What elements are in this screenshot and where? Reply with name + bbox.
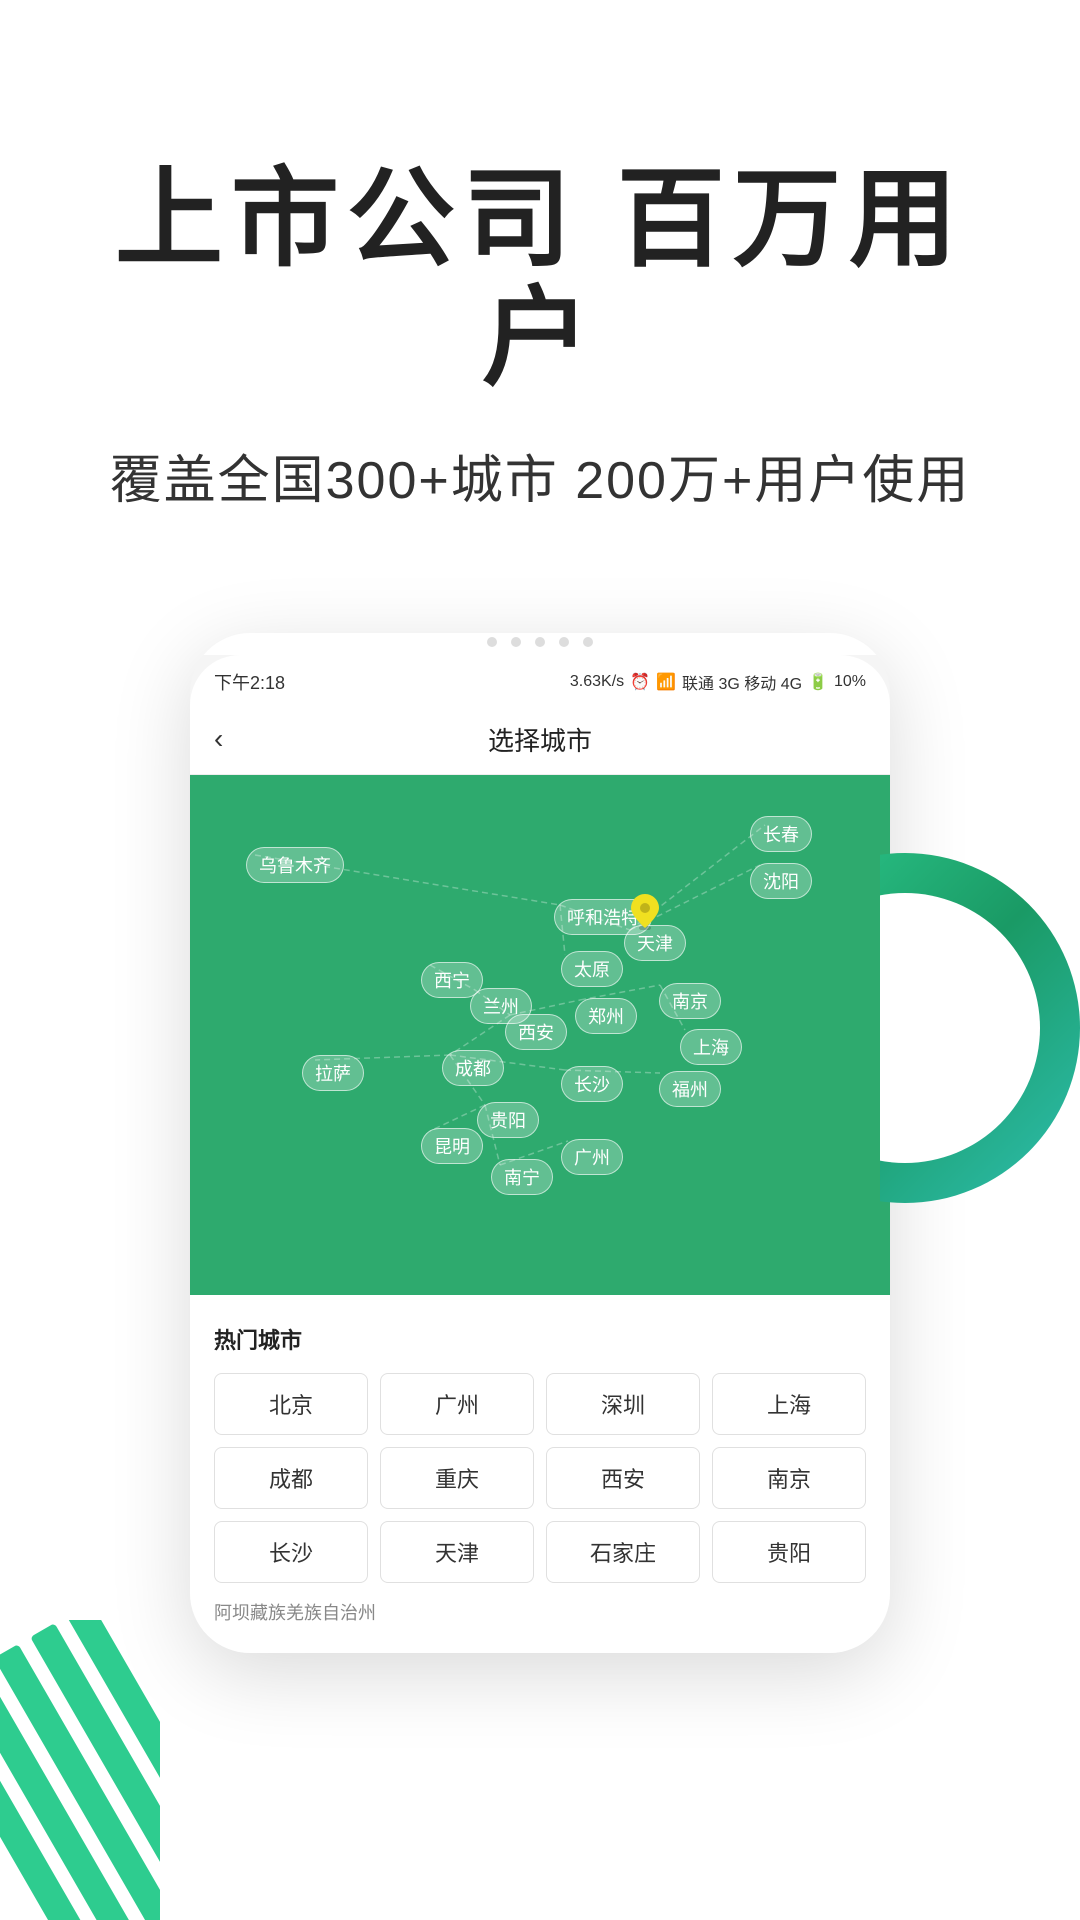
phone-network: 联通 3G 移动 4G [682,670,802,694]
map-city-label[interactable]: 贵阳 [477,1102,539,1138]
map-city-label[interactable]: 郑州 [575,998,637,1034]
city-grid-item[interactable]: 上海 [712,1373,866,1435]
map-pin [631,894,659,935]
map-city-label[interactable]: 西安 [505,1014,567,1050]
map-city-label[interactable]: 成都 [442,1050,504,1086]
map-area[interactable]: 乌鲁木齐长春沈阳呼和浩特天津太原西宁兰州西安郑州南京上海拉萨成都长沙贵阳福州昆明… [190,775,890,1295]
map-city-label[interactable]: 拉萨 [302,1055,364,1091]
phone-alarm-icon: ⏰ [630,672,650,692]
deco-ring [880,853,1080,1203]
subtitle: 覆盖全国300+城市 200万+用户使用 [80,438,1000,513]
map-city-label[interactable]: 南京 [659,983,721,1019]
phone-status-right: 3.63K/s ⏰ 📶 联通 3G 移动 4G 🔋 10% [570,670,866,694]
city-grid-item[interactable]: 广州 [380,1373,534,1435]
city-grid-item[interactable]: 石家庄 [546,1521,700,1583]
city-grid-item[interactable]: 深圳 [546,1373,700,1435]
phone-wifi-icon: 📶 [656,672,676,692]
map-city-label[interactable]: 上海 [680,1029,742,1065]
map-city-label[interactable]: 西宁 [421,962,483,998]
city-select-header: ‹ 选择城市 [190,705,890,775]
city-grid-item[interactable]: 南京 [712,1447,866,1509]
city-grid-item[interactable]: 西安 [546,1447,700,1509]
phone-time: 下午2:18 [214,669,285,695]
city-grid-item[interactable]: 贵阳 [712,1521,866,1583]
map-city-label[interactable]: 南宁 [491,1159,553,1195]
phone-speaker [190,633,890,655]
footer-text: 阿坝藏族羌族自治州 [214,1583,866,1633]
back-button[interactable]: ‹ [214,723,223,755]
map-city-label[interactable]: 福州 [659,1071,721,1107]
map-city-label[interactable]: 广州 [561,1139,623,1175]
city-grid-item[interactable]: 长沙 [214,1521,368,1583]
city-grid-item[interactable]: 成都 [214,1447,368,1509]
phone-mockup: 下午2:18 3.63K/s ⏰ 📶 联通 3G 移动 4G 🔋 10% ‹ 选… [190,633,890,1653]
city-grid-item[interactable]: 天津 [380,1521,534,1583]
phone-battery: 10% [834,673,866,691]
city-grid-item[interactable]: 北京 [214,1373,368,1435]
map-city-label[interactable]: 太原 [561,951,623,987]
deco-stripes [0,1620,160,1920]
city-grid: 北京广州深圳上海成都重庆西安南京长沙天津石家庄贵阳 [214,1373,866,1583]
map-city-label[interactable]: 沈阳 [750,863,812,899]
page-title: 选择城市 [488,721,592,758]
phone-status-bar: 下午2:18 3.63K/s ⏰ 📶 联通 3G 移动 4G 🔋 10% [190,655,890,705]
phone-speed: 3.63K/s [570,673,624,691]
map-city-label[interactable]: 昆明 [421,1128,483,1164]
top-section: 上市公司 百万用户 覆盖全国300+城市 200万+用户使用 [0,0,1080,573]
map-city-label[interactable]: 乌鲁木齐 [246,847,344,883]
main-title: 上市公司 百万用户 [80,160,1000,398]
hot-cities-section: 热门城市 北京广州深圳上海成都重庆西安南京长沙天津石家庄贵阳 阿坝藏族羌族自治州 [190,1295,890,1653]
city-grid-item[interactable]: 重庆 [380,1447,534,1509]
phone-battery-icon: 🔋 [808,672,828,692]
deco-ring-inner [880,853,1080,1203]
map-city-label[interactable]: 长春 [750,816,812,852]
phone-section: 下午2:18 3.63K/s ⏰ 📶 联通 3G 移动 4G 🔋 10% ‹ 选… [0,633,1080,1653]
hot-cities-title: 热门城市 [214,1323,866,1355]
map-city-label[interactable]: 长沙 [561,1066,623,1102]
